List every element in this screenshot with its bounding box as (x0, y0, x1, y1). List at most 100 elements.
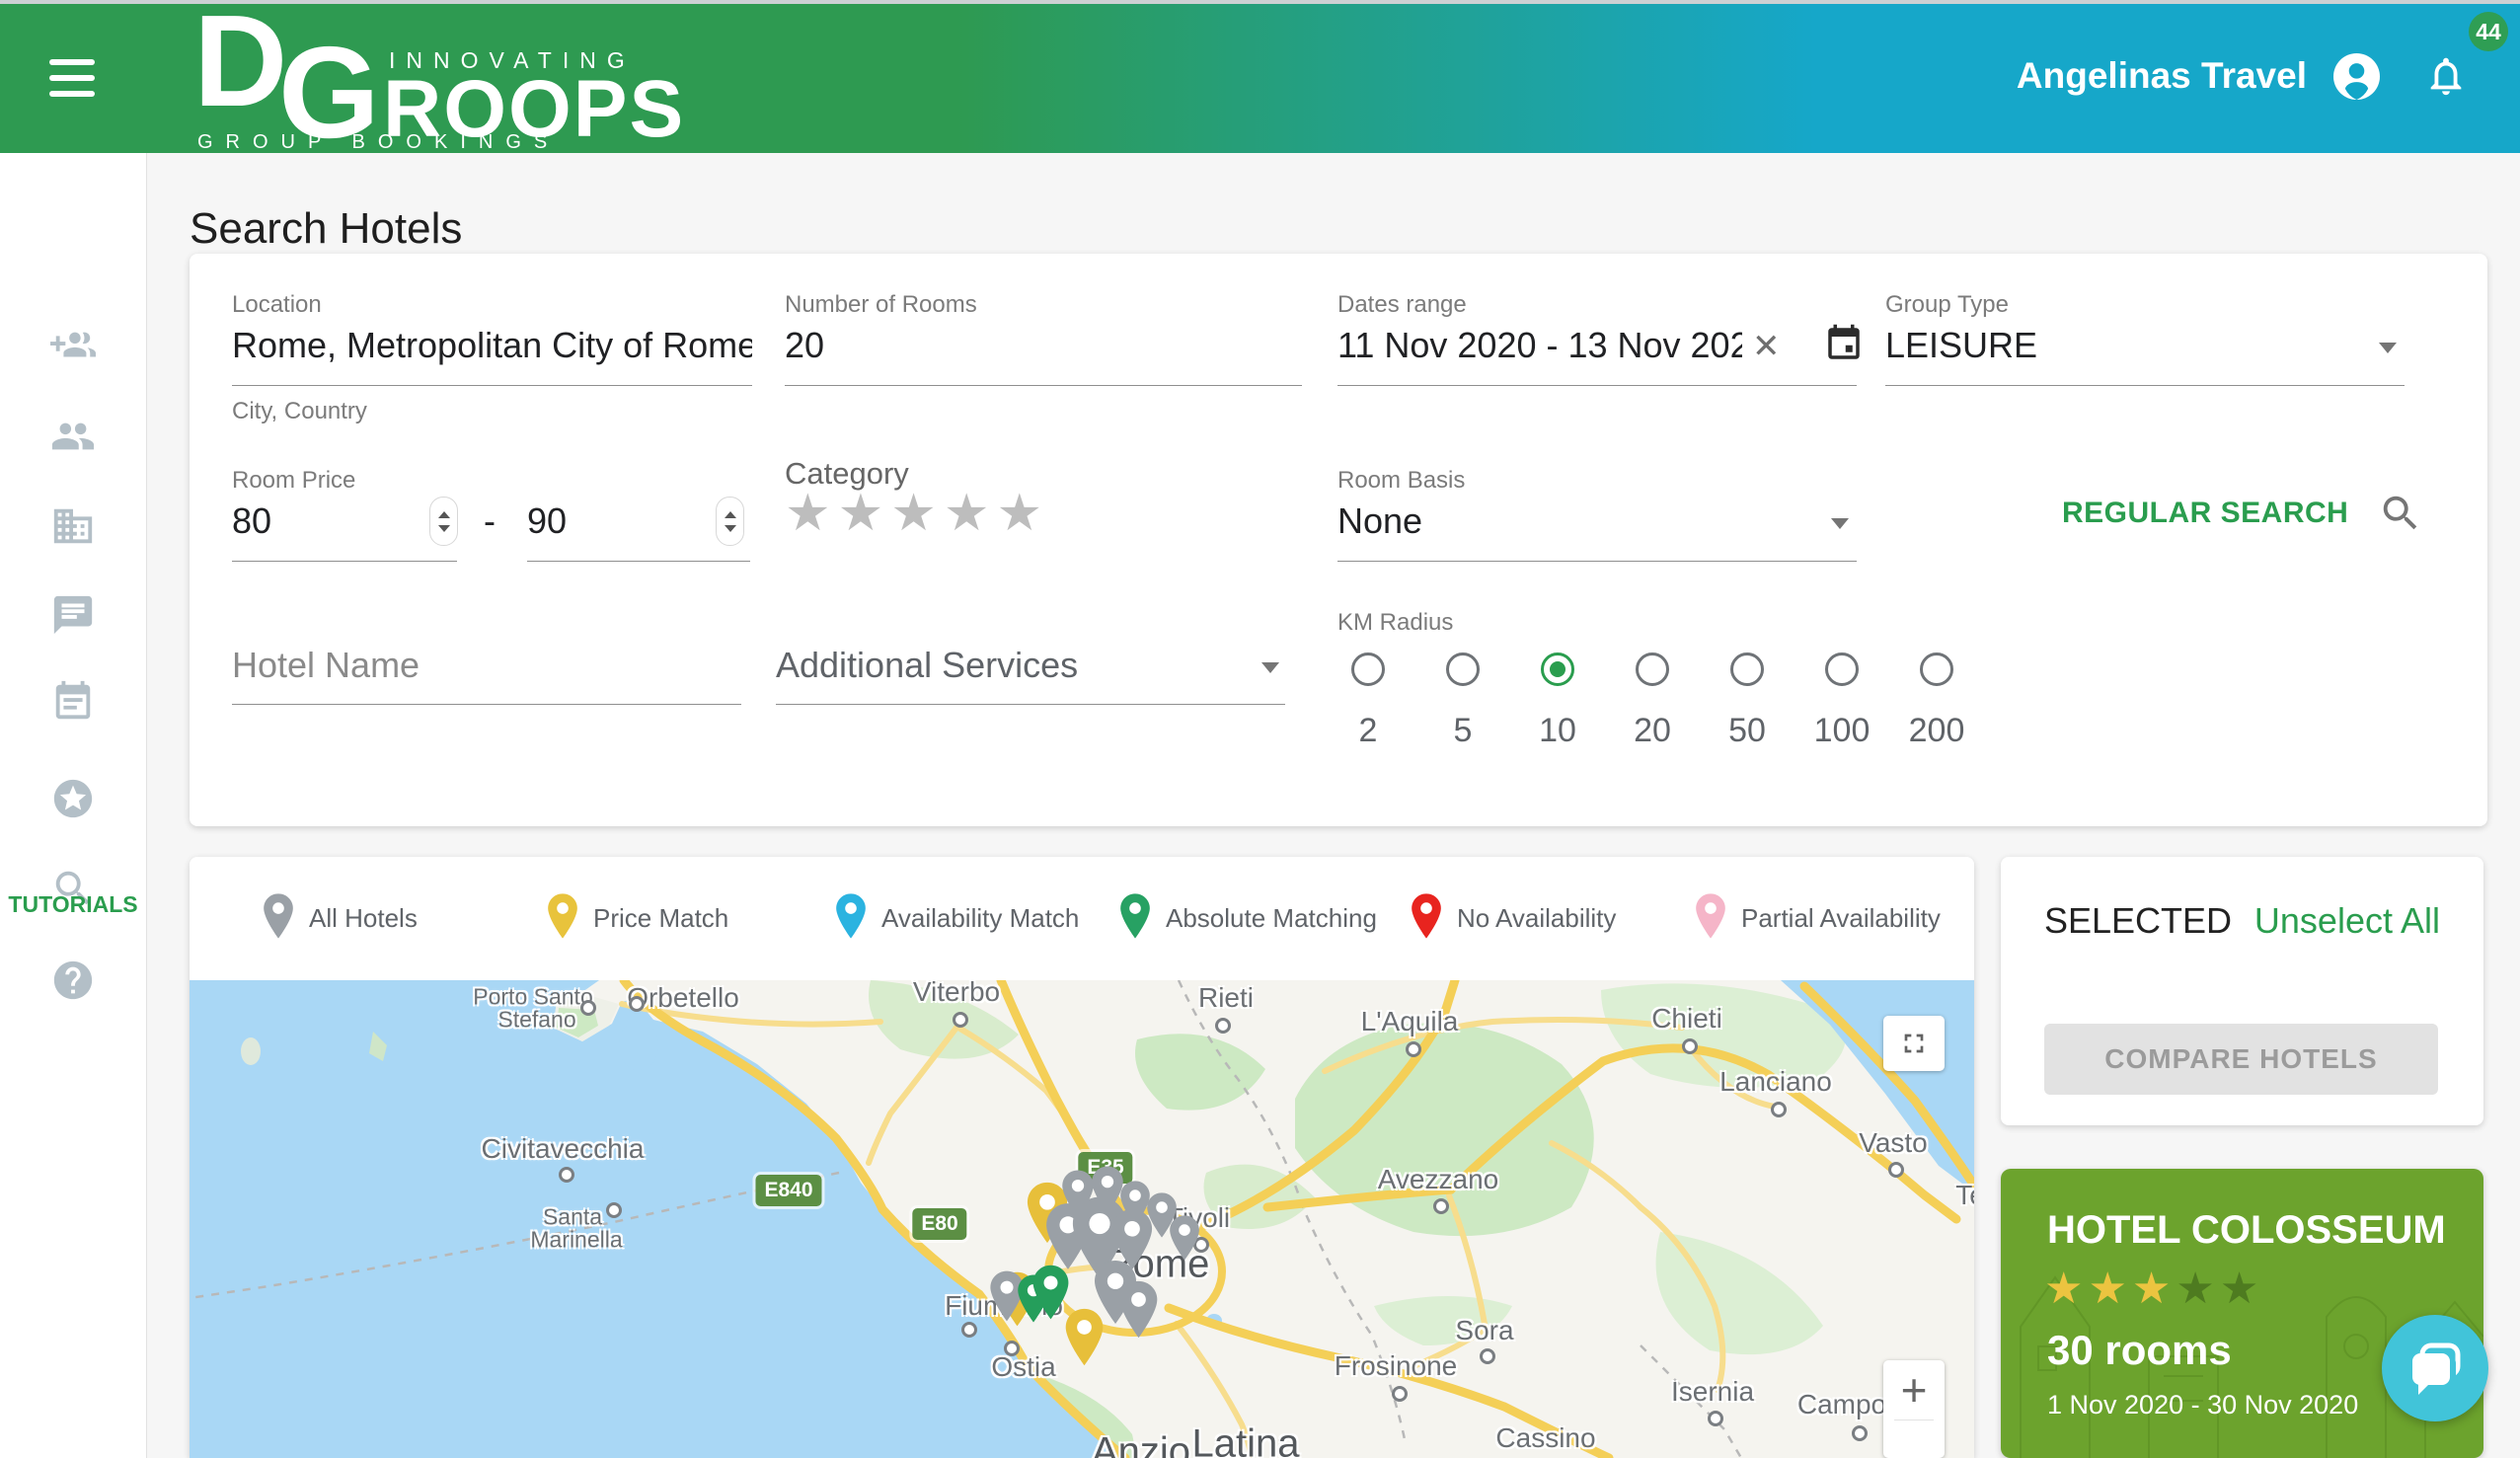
km-radius-option-50[interactable]: 50 (1700, 652, 1795, 750)
favorites-star-icon[interactable] (50, 776, 96, 821)
dates-calendar-icon[interactable] (1823, 323, 1865, 364)
price-min-stepper[interactable] (429, 497, 458, 546)
regular-search-button[interactable]: REGULAR SEARCH (2062, 491, 2423, 536)
km-radius-option-2[interactable]: 2 (1321, 652, 1415, 750)
hotel-map-pin-yellow[interactable] (1063, 1307, 1106, 1372)
unselect-all-link[interactable]: Unselect All (2254, 900, 2440, 942)
hotel-rooms: 30 rooms (2047, 1327, 2232, 1374)
radio-icon[interactable] (1446, 652, 1480, 686)
map-town-dot (953, 1012, 968, 1028)
km-radius-option-10[interactable]: 10 (1510, 652, 1605, 750)
room-basis-field[interactable]: Room Basis None (1337, 467, 1857, 495)
map-label-isernia: Isernia (1671, 1376, 1754, 1408)
map-label-frosinone: Frosinone (1335, 1350, 1458, 1382)
km-radius-option-5[interactable]: 5 (1415, 652, 1510, 750)
price-match-pin-icon (546, 892, 579, 945)
map-fullscreen-button[interactable] (1883, 1016, 1945, 1071)
map-zoom-control[interactable]: + (1883, 1360, 1945, 1458)
groups-icon[interactable] (50, 414, 96, 459)
app-header: D G INNOVATING ROOPS GROUP BOOKINGS Ange… (0, 0, 2520, 153)
km-radius-options: 25102050100200 (1321, 652, 1984, 750)
additional-services-arrow-icon[interactable] (1261, 662, 1279, 673)
map-label-stefano: Stefano (497, 1007, 575, 1034)
radio-icon[interactable] (1730, 652, 1764, 686)
room-basis-select[interactable]: None (1337, 500, 1801, 542)
account-icon[interactable] (2333, 53, 2380, 100)
dates-label: Dates range (1337, 291, 1857, 319)
hotel-star-icon: ★ (2176, 1265, 2219, 1313)
chat-bubble-icon (2406, 1340, 2464, 1397)
hotel-map-pin-gray[interactable] (1168, 1214, 1201, 1266)
map[interactable]: E840E80E35 Porto SantoStefanoOrbetelloVi… (190, 980, 1974, 1458)
chat-widget-button[interactable] (2382, 1315, 2488, 1421)
km-radius-option-100[interactable]: 100 (1795, 652, 1889, 750)
compare-hotels-button[interactable]: COMPARE HOTELS (2044, 1024, 2438, 1095)
radio-icon[interactable] (1351, 652, 1385, 686)
hotel-map-pin-gray[interactable] (1117, 1279, 1160, 1344)
add-group-icon[interactable] (50, 323, 96, 368)
km-radius-option-200[interactable]: 200 (1889, 652, 1984, 750)
account-name[interactable]: Angelinas Travel (2017, 55, 2307, 97)
rooms-input[interactable]: 20 (785, 325, 1302, 366)
location-hint: City, Country (232, 398, 367, 425)
location-input[interactable]: Rome, Metropolitan City of Rome, Ital (232, 325, 752, 366)
radio-icon[interactable] (1636, 652, 1669, 686)
price-max-stepper[interactable] (716, 497, 744, 546)
map-label-vasto: Vasto (1859, 1127, 1928, 1159)
map-label-sora: Sora (1455, 1315, 1513, 1346)
all-hotels-pin-icon (262, 892, 295, 945)
km-radius-option-20[interactable]: 20 (1605, 652, 1700, 750)
dates-clear-icon[interactable]: ✕ (1752, 327, 1781, 366)
price-min-input[interactable]: 80 (232, 500, 380, 542)
price-max-input[interactable]: 90 (527, 500, 675, 542)
messages-icon[interactable] (50, 592, 96, 638)
regular-search-label: REGULAR SEARCH (2062, 497, 2348, 530)
absolute-matching-pin-icon (1118, 892, 1152, 945)
fullscreen-icon (1898, 1028, 1930, 1059)
hotel-star-icon: ★ (2220, 1265, 2263, 1313)
notifications-bell-icon[interactable] (2423, 53, 2469, 99)
category-star-icon[interactable]: ★ (890, 485, 944, 542)
map-label-orbetello: Orbetello (627, 982, 739, 1014)
radio-icon[interactable] (1541, 652, 1574, 686)
map-label-chieti: Chieti (1651, 1003, 1722, 1035)
rooms-field[interactable]: Number of Rooms 20 (785, 291, 1302, 319)
bookings-calendar-icon[interactable] (50, 679, 96, 725)
group-type-arrow-icon[interactable] (2379, 343, 2397, 353)
road-badge-e840: E840 (755, 1175, 821, 1206)
map-town-dot (1480, 1348, 1495, 1364)
location-field[interactable]: Location Rome, Metropolitan City of Rome… (232, 291, 752, 319)
legend-item-all-hotels: All Hotels (262, 857, 418, 980)
selected-title: SELECTED (2044, 900, 2232, 942)
location-label: Location (232, 291, 752, 319)
hotel-name-input[interactable]: Hotel Name (232, 645, 741, 686)
map-label-cassino: Cassino (1495, 1422, 1595, 1454)
category-star-icon[interactable]: ★ (944, 485, 997, 542)
logo-letter-d: D (193, 0, 287, 126)
radio-icon[interactable] (1920, 652, 1953, 686)
additional-services-select[interactable]: Additional Services (776, 645, 1230, 686)
help-icon[interactable] (50, 958, 96, 1003)
category-star-icon[interactable]: ★ (785, 485, 838, 542)
sidebar: TUTORIALS (0, 153, 147, 1458)
category-field: Category ★★★★★ (785, 456, 1302, 492)
category-star-rating[interactable]: ★★★★★ (785, 484, 1049, 543)
hotel-star-icon: ★ (2088, 1265, 2131, 1313)
tutorials-link[interactable]: TUTORIALS (0, 891, 146, 918)
legend-item-partial-availability: Partial Availability (1694, 857, 1941, 980)
hotels-icon[interactable] (50, 503, 96, 549)
group-type-select[interactable]: LEISURE (1885, 325, 2349, 366)
map-label-anzio: Anzio (1092, 1430, 1190, 1458)
room-basis-arrow-icon[interactable] (1831, 518, 1849, 529)
category-star-icon[interactable]: ★ (838, 485, 891, 542)
dates-field[interactable]: Dates range 11 Nov 2020 - 13 Nov 202 ✕ (1337, 291, 1857, 319)
map-label-rieti: Rieti (1198, 982, 1254, 1014)
group-type-field[interactable]: Group Type LEISURE (1885, 291, 2405, 319)
dates-input[interactable]: 11 Nov 2020 - 13 Nov 202 (1337, 325, 1742, 366)
category-star-icon[interactable]: ★ (997, 485, 1050, 542)
search-form-card: Location Rome, Metropolitan City of Rome… (190, 254, 2487, 826)
menu-icon[interactable] (49, 59, 95, 97)
radio-icon[interactable] (1825, 652, 1859, 686)
brand-logo[interactable]: D G INNOVATING ROOPS GROUP BOOKINGS (193, 6, 657, 153)
zoom-in-button[interactable]: + (1901, 1360, 1928, 1420)
